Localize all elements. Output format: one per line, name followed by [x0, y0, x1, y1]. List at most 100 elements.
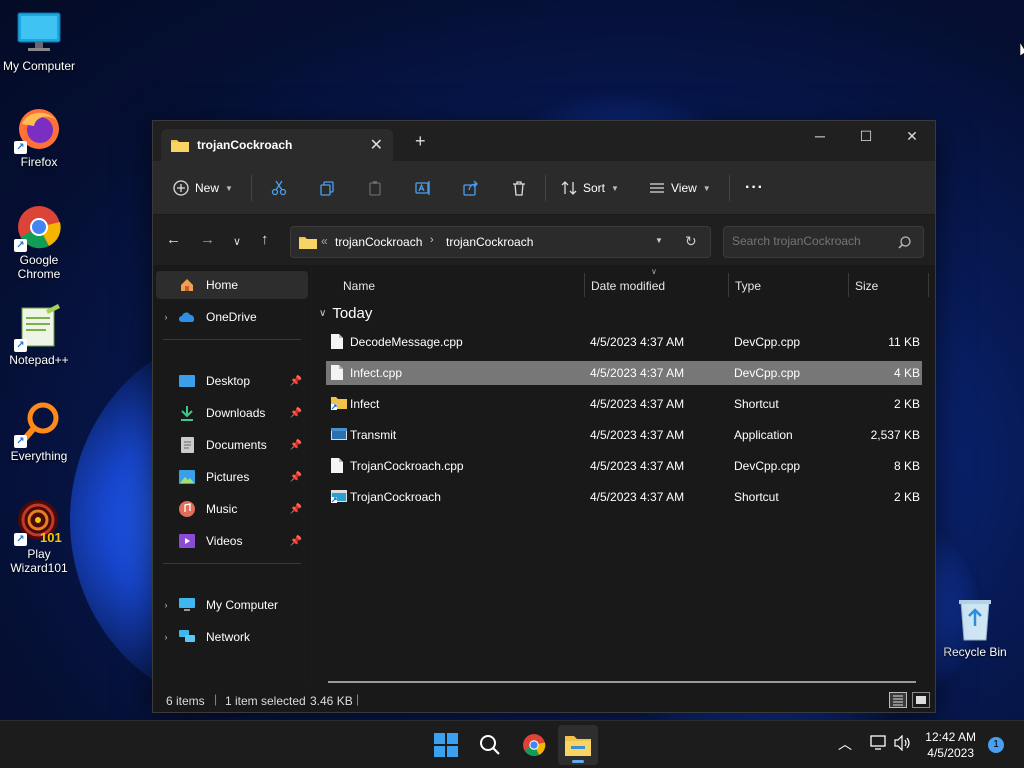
new-tab-button[interactable]: +	[415, 132, 426, 150]
up-arrow-icon[interactable]: ↑	[261, 232, 269, 248]
network-status-icon[interactable]	[870, 735, 888, 754]
breadcrumb-overflow[interactable]: «	[321, 234, 328, 248]
column-divider[interactable]	[848, 273, 849, 297]
file-name: Transmit	[350, 428, 397, 442]
column-header-type[interactable]: Type	[735, 279, 761, 293]
copy-button[interactable]	[319, 178, 335, 198]
tray-overflow-chevron-icon[interactable]: ︿	[838, 734, 852, 754]
file-size: 2 KB	[893, 397, 920, 411]
desktop-icon-everything[interactable]: ↗ Everything	[0, 400, 78, 463]
more-options-icon[interactable]: ···	[745, 178, 764, 198]
table-row[interactable]: Infect 4/5/2023 4:37 AM Shortcut 2 KB	[326, 392, 922, 416]
delete-button[interactable]	[511, 178, 527, 198]
sidebar-item-pictures[interactable]: Pictures 📌	[156, 463, 308, 491]
table-row-selected[interactable]: Infect.cpp 4/5/2023 4:37 AM DevCpp.cpp 4…	[326, 361, 922, 385]
tiles-view-icon	[916, 696, 926, 704]
table-row[interactable]: TrojanCockroach 4/5/2023 4:37 AM Shortcu…	[326, 485, 922, 509]
sidebar-item-onedrive[interactable]: › OneDrive	[156, 303, 308, 331]
pin-icon[interactable]: 📌	[290, 376, 302, 387]
chevron-down-icon[interactable]: ▼	[655, 236, 663, 245]
documents-icon	[176, 437, 198, 453]
desktop-folder-icon	[176, 374, 198, 388]
back-arrow-icon[interactable]: ←	[166, 232, 181, 248]
volume-icon[interactable]	[894, 734, 912, 754]
file-name: Infect	[350, 397, 380, 411]
breadcrumb-item[interactable]: trojanCockroach	[446, 235, 533, 249]
paste-button[interactable]	[367, 178, 383, 198]
sort-button[interactable]: Sort ▼	[561, 178, 619, 198]
clock-time: 12:42 AM	[925, 730, 976, 744]
close-tab-icon[interactable]: ✕	[370, 135, 383, 155]
forward-arrow-icon[interactable]: →	[200, 232, 215, 248]
sidebar-item-music[interactable]: Music 📌	[156, 495, 308, 523]
chevron-right-icon[interactable]: ›	[156, 600, 176, 610]
search-input[interactable]	[732, 234, 892, 248]
view-button[interactable]: View ▼	[649, 178, 711, 198]
sidebar-item-documents[interactable]: Documents 📌	[156, 431, 308, 459]
pin-icon[interactable]: 📌	[290, 440, 302, 451]
file-date: 4/5/2023 4:37 AM	[590, 428, 685, 442]
tab-trojancockroach[interactable]: trojanCockroach ✕	[161, 129, 393, 161]
close-window-button[interactable]: ✕	[889, 121, 935, 153]
recent-locations-chevron-icon[interactable]: ∨	[233, 234, 241, 250]
desktop-icon-my-computer[interactable]: My Computer	[0, 10, 78, 73]
network-icon	[176, 630, 198, 644]
sidebar-item-network[interactable]: › Network	[156, 623, 308, 651]
desktop-icon-firefox[interactable]: ↗ Firefox	[0, 106, 78, 169]
taskbar-search-button[interactable]	[470, 725, 510, 765]
desktop-icon-chrome[interactable]: ↗ Google Chrome	[0, 204, 78, 281]
title-bar: trojanCockroach ✕ + ─ ☐ ✕	[153, 121, 935, 161]
column-header-date-modified[interactable]: Date modified	[591, 279, 665, 293]
sidebar-item-home[interactable]: Home	[156, 271, 308, 299]
sidebar-item-videos[interactable]: Videos 📌	[156, 527, 308, 555]
search-box[interactable]	[723, 226, 924, 258]
column-header-size[interactable]: Size	[855, 279, 878, 293]
details-view-button[interactable]	[889, 692, 907, 708]
new-button[interactable]: New ▼	[173, 178, 233, 198]
start-button[interactable]	[426, 725, 466, 765]
group-header-today[interactable]: ∨ Today	[319, 305, 372, 322]
taskbar-chrome-button[interactable]	[514, 725, 554, 765]
pin-icon[interactable]: 📌	[290, 472, 302, 483]
taskbar-file-explorer-button[interactable]	[558, 725, 598, 765]
chevron-right-icon[interactable]: ›	[156, 312, 176, 322]
file-name: TrojanCockroach	[350, 490, 441, 504]
table-row[interactable]: TrojanCockroach.cpp 4/5/2023 4:37 AM Dev…	[326, 454, 922, 478]
file-date: 4/5/2023 4:37 AM	[590, 397, 685, 411]
sidebar-item-downloads[interactable]: Downloads 📌	[156, 399, 308, 427]
rename-button[interactable]	[415, 178, 431, 198]
music-icon	[176, 501, 198, 517]
search-icon	[898, 236, 911, 249]
desktop-icon-wizard101[interactable]: 101 ↗ Play Wizard101	[0, 498, 78, 575]
sidebar-item-desktop[interactable]: Desktop 📌	[156, 367, 308, 395]
column-divider[interactable]	[728, 273, 729, 297]
share-button[interactable]	[463, 178, 479, 198]
horizontal-scrollbar[interactable]	[328, 681, 916, 683]
desktop-icon-notepadpp[interactable]: ↗ Notepad++	[0, 304, 78, 367]
sidebar-item-my-computer[interactable]: › My Computer	[156, 591, 308, 619]
table-row[interactable]: DecodeMessage.cpp 4/5/2023 4:37 AM DevCp…	[326, 330, 922, 354]
pin-icon[interactable]: 📌	[290, 408, 302, 419]
minimize-button[interactable]: ─	[797, 121, 843, 153]
desktop-icon-label: Recycle Bin	[943, 645, 1007, 659]
column-divider[interactable]	[928, 273, 929, 297]
tiles-view-button[interactable]	[912, 692, 930, 708]
chevron-right-icon[interactable]: ›	[156, 632, 176, 642]
pin-icon[interactable]: 📌	[290, 504, 302, 515]
refresh-icon[interactable]: ↻	[685, 233, 697, 250]
notification-badge[interactable]: 1	[988, 737, 1004, 753]
maximize-button[interactable]: ☐	[843, 121, 889, 153]
sort-label: Sort	[583, 181, 606, 195]
column-divider[interactable]	[584, 273, 585, 297]
column-header-name[interactable]: Name	[343, 279, 375, 293]
desktop-icon-recycle-bin[interactable]: Recycle Bin	[936, 596, 1014, 659]
chevron-down-icon: ∨	[319, 308, 327, 319]
system-clock[interactable]: 12:42 AM 4/5/2023	[925, 729, 976, 761]
table-row[interactable]: Transmit 4/5/2023 4:37 AM Application 2,…	[326, 423, 922, 447]
cut-button[interactable]	[271, 178, 287, 198]
sidebar-item-label: Music	[206, 502, 238, 516]
breadcrumb-item[interactable]: trojanCockroach	[335, 235, 422, 249]
status-bar: 6 items | 1 item selected 3.46 KB |	[152, 688, 936, 712]
address-path-box[interactable]: « trojanCockroach › trojanCockroach ▼ ↻	[290, 226, 711, 258]
pin-icon[interactable]: 📌	[290, 536, 302, 547]
